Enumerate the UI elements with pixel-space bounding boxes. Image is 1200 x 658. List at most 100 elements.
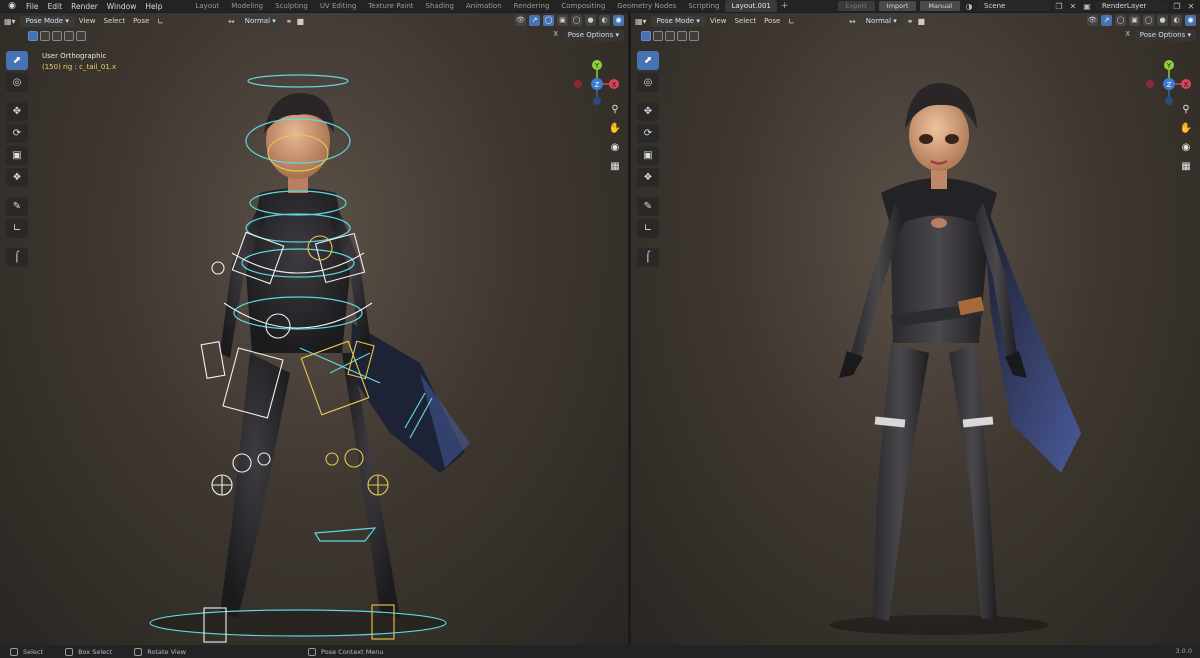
tab-layout[interactable]: Layout bbox=[189, 0, 225, 12]
scale-tool-icon[interactable]: ▣ bbox=[6, 146, 28, 165]
select-subtract-icon[interactable] bbox=[52, 31, 62, 41]
grid-icon[interactable]: ▦ bbox=[608, 160, 622, 174]
measure-tool-icon-right[interactable]: ∟ bbox=[637, 219, 659, 238]
add-workspace-button[interactable]: + bbox=[777, 1, 793, 11]
rendered-shading-icon[interactable]: ◉ bbox=[613, 15, 624, 26]
orientation-selector[interactable]: Normal ▾ bbox=[238, 15, 282, 27]
viewport-right[interactable]: ▦▾ Pose Mode ▾ View Select Pose ∟ ↭ Norm… bbox=[631, 13, 1200, 645]
menu-render[interactable]: Render bbox=[71, 2, 98, 11]
xray-toggle-icon[interactable]: ▣ bbox=[557, 15, 568, 26]
move-tool-icon[interactable]: ✥ bbox=[6, 102, 28, 121]
orientation-selector-right[interactable]: Normal ▾ bbox=[859, 15, 903, 27]
gizmo-toggle-icon-right[interactable]: ↗ bbox=[1101, 15, 1112, 26]
editor-type-icon[interactable]: ▦▾ bbox=[4, 17, 16, 26]
tab-geometry-nodes[interactable]: Geometry Nodes bbox=[611, 0, 682, 12]
material-shading-icon-right[interactable]: ◐ bbox=[1171, 15, 1182, 26]
pose-options-dropdown-right[interactable]: Pose Options ▾ bbox=[1134, 30, 1196, 41]
xray-toggle-icon-right[interactable]: ▣ bbox=[1129, 15, 1140, 26]
close-icon[interactable]: ✕ bbox=[1068, 2, 1078, 11]
cursor-tool-icon-right[interactable]: ◎ bbox=[637, 73, 659, 92]
scene-icon[interactable]: ◑ bbox=[964, 2, 974, 11]
menu-view-right[interactable]: View bbox=[710, 17, 727, 25]
camera-icon[interactable]: ◉ bbox=[608, 141, 622, 155]
tab-layout-001[interactable]: Layout.001 bbox=[725, 0, 777, 12]
select-subtract-icon-right[interactable] bbox=[665, 31, 675, 41]
menu-view[interactable]: View bbox=[79, 17, 96, 25]
zoom-icon-right[interactable]: ⚲ bbox=[1179, 103, 1193, 117]
snap-icon-right[interactable]: ■ bbox=[917, 17, 925, 26]
manual-button[interactable]: Manual bbox=[920, 1, 960, 11]
select-box-tool-icon-right[interactable]: ⬈ bbox=[637, 51, 659, 70]
pivot-icon-right[interactable]: ⚭ bbox=[907, 17, 914, 26]
tab-modeling[interactable]: Modeling bbox=[225, 0, 269, 12]
mode-selector[interactable]: Pose Mode ▾ bbox=[19, 15, 75, 27]
scene-field[interactable]: Scene bbox=[978, 1, 1050, 11]
select-new-icon[interactable] bbox=[28, 31, 38, 41]
menu-file[interactable]: File bbox=[26, 2, 39, 11]
pivot-icon[interactable]: ⚭ bbox=[286, 17, 293, 26]
tab-rendering[interactable]: Rendering bbox=[508, 0, 556, 12]
overlay-toggle-icon[interactable]: ◯ bbox=[543, 15, 554, 26]
rigged-character-figure[interactable] bbox=[120, 53, 500, 645]
overlay-toggle-icon-right[interactable]: ◯ bbox=[1115, 15, 1126, 26]
camera-icon-right[interactable]: ◉ bbox=[1179, 141, 1193, 155]
export-button[interactable]: Export bbox=[837, 1, 875, 11]
zoom-icon[interactable]: ⚲ bbox=[608, 103, 622, 117]
tab-sculpting[interactable]: Sculpting bbox=[269, 0, 314, 12]
select-difference-icon[interactable] bbox=[64, 31, 74, 41]
snap-icon[interactable]: ■ bbox=[296, 17, 304, 26]
render-layer-field[interactable]: RenderLayer bbox=[1096, 1, 1168, 11]
tab-scripting[interactable]: Scripting bbox=[682, 0, 725, 12]
mirror-x-toggle[interactable]: X bbox=[553, 30, 558, 38]
viewport-left[interactable]: ▦▾ Pose Mode ▾ View Select Pose ∟ ↭ Norm… bbox=[0, 13, 628, 645]
editor-type-icon-right[interactable]: ▦▾ bbox=[635, 17, 647, 26]
tab-uv-editing[interactable]: UV Editing bbox=[314, 0, 363, 12]
measure-tool-icon[interactable]: ∟ bbox=[6, 219, 28, 238]
rendered-character-figure[interactable] bbox=[781, 53, 1101, 645]
menu-edit[interactable]: Edit bbox=[48, 2, 63, 11]
menu-select[interactable]: Select bbox=[103, 17, 125, 25]
select-box-tool-icon[interactable]: ⬈ bbox=[6, 51, 28, 70]
gizmo-neg-x-axis[interactable] bbox=[574, 80, 582, 88]
material-shading-icon[interactable]: ◐ bbox=[599, 15, 610, 26]
transform-tool-icon[interactable]: ❖ bbox=[6, 168, 28, 187]
rotate-tool-icon[interactable]: ⟳ bbox=[6, 124, 28, 143]
transform-orientation-icon[interactable]: ↭ bbox=[228, 17, 235, 26]
solid-shading-icon-right[interactable]: ● bbox=[1157, 15, 1168, 26]
scale-tool-icon-right[interactable]: ▣ bbox=[637, 146, 659, 165]
move-tool-icon-right[interactable]: ✥ bbox=[637, 102, 659, 121]
menu-help[interactable]: Help bbox=[145, 2, 162, 11]
gizmo-neg-x-axis-right[interactable] bbox=[1146, 80, 1154, 88]
pose-options-dropdown[interactable]: Pose Options ▾ bbox=[562, 30, 624, 41]
transform-tool-icon-right[interactable]: ❖ bbox=[637, 168, 659, 187]
pan-hand-icon-right[interactable]: ✋ bbox=[1179, 122, 1193, 136]
blender-logo-icon[interactable]: ◉ bbox=[6, 0, 18, 12]
import-button[interactable]: Import bbox=[878, 1, 917, 11]
menu-pose[interactable]: Pose bbox=[133, 17, 149, 25]
cursor-tool-icon[interactable]: ◎ bbox=[6, 73, 28, 92]
select-intersect-icon-right[interactable] bbox=[689, 31, 699, 41]
tab-compositing[interactable]: Compositing bbox=[555, 0, 611, 12]
gizmo-neg-z-axis-right[interactable] bbox=[1165, 97, 1173, 105]
menu-window[interactable]: Window bbox=[107, 2, 137, 11]
annotate-tool-icon[interactable]: ✎ bbox=[6, 197, 28, 216]
pose-extra-icon-right[interactable]: ∟ bbox=[788, 17, 795, 26]
pose-brush-tool-icon-right[interactable]: ⌠ bbox=[637, 248, 659, 267]
select-difference-icon-right[interactable] bbox=[677, 31, 687, 41]
rotate-tool-icon-right[interactable]: ⟳ bbox=[637, 124, 659, 143]
select-extend-icon[interactable] bbox=[40, 31, 50, 41]
mirror-x-toggle-right[interactable]: X bbox=[1125, 30, 1130, 38]
visibility-icon[interactable]: 👁 bbox=[515, 15, 526, 26]
tab-texture-paint[interactable]: Texture Paint bbox=[362, 0, 419, 12]
grid-icon-right[interactable]: ▦ bbox=[1179, 160, 1193, 174]
visibility-icon-right[interactable]: 👁 bbox=[1087, 15, 1098, 26]
wireframe-shading-icon[interactable]: ◯ bbox=[571, 15, 582, 26]
transform-orientation-icon-right[interactable]: ↭ bbox=[849, 17, 856, 26]
gizmo-neg-z-axis[interactable] bbox=[593, 97, 601, 105]
tab-animation[interactable]: Animation bbox=[460, 0, 508, 12]
menu-pose-right[interactable]: Pose bbox=[764, 17, 780, 25]
solid-shading-icon[interactable]: ● bbox=[585, 15, 596, 26]
pose-brush-tool-icon[interactable]: ⌠ bbox=[6, 248, 28, 267]
tab-shading[interactable]: Shading bbox=[420, 0, 460, 12]
close-layer-icon[interactable]: ✕ bbox=[1186, 2, 1196, 11]
